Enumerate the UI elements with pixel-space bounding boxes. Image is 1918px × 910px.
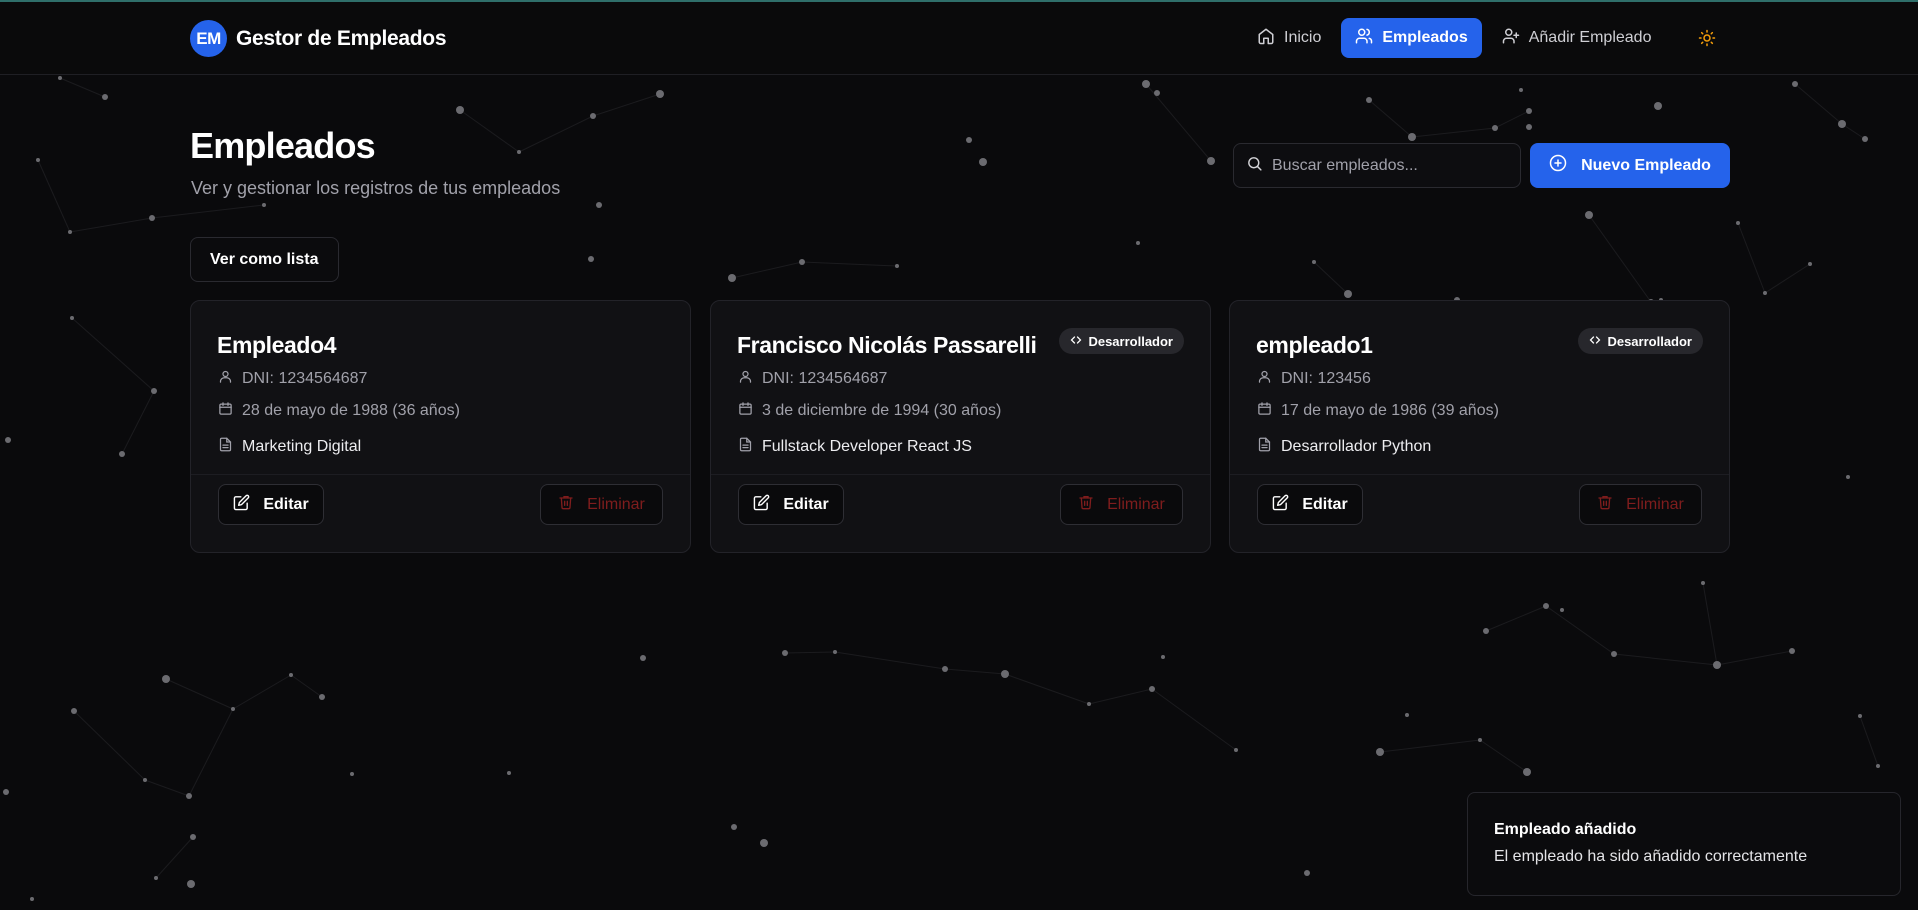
search-box[interactable] — [1233, 143, 1521, 188]
employee-card: Francisco Nicolás Passarelli Desarrollad… — [710, 300, 1211, 553]
toast-title: Empleado añadido — [1494, 821, 1637, 838]
employee-card: Empleado4 DNI: 1234564687 28 de mayo de … — [190, 300, 691, 553]
document-icon — [738, 437, 753, 457]
employee-birthdate: 28 de mayo de 1988 (36 años) — [218, 401, 460, 421]
document-icon — [218, 437, 233, 457]
main-content: Empleados Ver y gestionar los registros … — [0, 0, 1918, 910]
employee-name: Francisco Nicolás Passarelli — [737, 332, 1037, 358]
brand[interactable]: EM Gestor de Empleados — [190, 20, 447, 57]
nav-item-label: Empleados — [1382, 29, 1468, 46]
nav-item-inicio[interactable]: Inicio — [1243, 18, 1335, 58]
edit-button[interactable]: Editar — [1257, 484, 1363, 525]
card-divider — [191, 474, 690, 475]
edit-button[interactable]: Editar — [218, 484, 324, 525]
nav-item-anadir-empleado[interactable]: Añadir Empleado — [1488, 18, 1666, 58]
user-icon — [1257, 369, 1272, 389]
search-icon — [1246, 155, 1263, 177]
employee-role: Marketing Digital — [218, 437, 361, 457]
nav-item-empleados[interactable]: Empleados — [1341, 18, 1482, 58]
toast-description: El empleado ha sido añadido correctament… — [1494, 848, 1808, 865]
edit-button[interactable]: Editar — [738, 484, 844, 525]
employee-dni: DNI: 123456 — [1257, 369, 1371, 389]
employee-dni: DNI: 1234564687 — [218, 369, 367, 389]
employee-card: empleado1 Desarrollador DNI: 123456 17 d… — [1229, 300, 1730, 553]
nav-item-label: Inicio — [1284, 29, 1322, 46]
edit-icon — [753, 494, 770, 516]
calendar-icon — [738, 401, 753, 421]
employee-name: empleado1 — [1256, 332, 1373, 358]
theme-toggle-button[interactable] — [1694, 27, 1720, 53]
search-input[interactable] — [1272, 156, 1512, 175]
new-employee-label: Nuevo Empleado — [1581, 156, 1711, 174]
app-title: Gestor de Empleados — [236, 26, 447, 50]
user-icon — [738, 369, 753, 389]
code-icon — [1070, 334, 1082, 349]
card-divider — [1230, 474, 1729, 475]
user-plus-icon — [1502, 27, 1520, 50]
role-badge: Desarrollador — [1059, 328, 1184, 354]
sun-icon — [1698, 29, 1716, 52]
calendar-icon — [1257, 401, 1272, 421]
employee-dni: DNI: 1234564687 — [738, 369, 887, 389]
edit-icon — [233, 494, 250, 516]
page-title: Empleados — [190, 125, 376, 166]
trash-icon — [1078, 494, 1094, 515]
home-icon — [1257, 27, 1275, 50]
delete-button[interactable]: Eliminar — [1579, 484, 1702, 525]
view-as-list-button[interactable]: Ver como lista — [190, 237, 339, 282]
users-icon — [1355, 27, 1373, 50]
employee-birthdate: 17 de mayo de 1986 (39 años) — [1257, 401, 1499, 421]
user-icon — [218, 369, 233, 389]
delete-button[interactable]: Eliminar — [1060, 484, 1183, 525]
card-divider — [711, 474, 1210, 475]
nav-item-label: Añadir Empleado — [1528, 29, 1652, 46]
employee-name: Empleado4 — [217, 332, 337, 358]
top-navbar: EM Gestor de Empleados Inicio Empleados … — [0, 2, 1918, 75]
edit-icon — [1272, 494, 1289, 516]
plus-circle-icon — [1549, 154, 1567, 177]
code-icon — [1589, 334, 1601, 349]
role-badge: Desarrollador — [1578, 328, 1703, 354]
trash-icon — [1597, 494, 1613, 515]
new-employee-button[interactable]: Nuevo Empleado — [1530, 143, 1730, 188]
brand-logo: EM — [190, 20, 227, 57]
toast-notification[interactable]: Empleado añadido El empleado ha sido aña… — [1467, 792, 1901, 896]
main-nav: Inicio Empleados Añadir Empleado — [1243, 18, 1665, 58]
document-icon — [1257, 437, 1272, 457]
employee-role: Desarrollador Python — [1257, 437, 1431, 457]
employee-birthdate: 3 de diciembre de 1994 (30 años) — [738, 401, 1001, 421]
calendar-icon — [218, 401, 233, 421]
delete-button[interactable]: Eliminar — [540, 484, 663, 525]
employee-role: Fullstack Developer React JS — [738, 437, 972, 457]
trash-icon — [558, 494, 574, 515]
page-subtitle: Ver y gestionar los registros de tus emp… — [191, 178, 561, 198]
top-accent-line — [0, 0, 1918, 2]
